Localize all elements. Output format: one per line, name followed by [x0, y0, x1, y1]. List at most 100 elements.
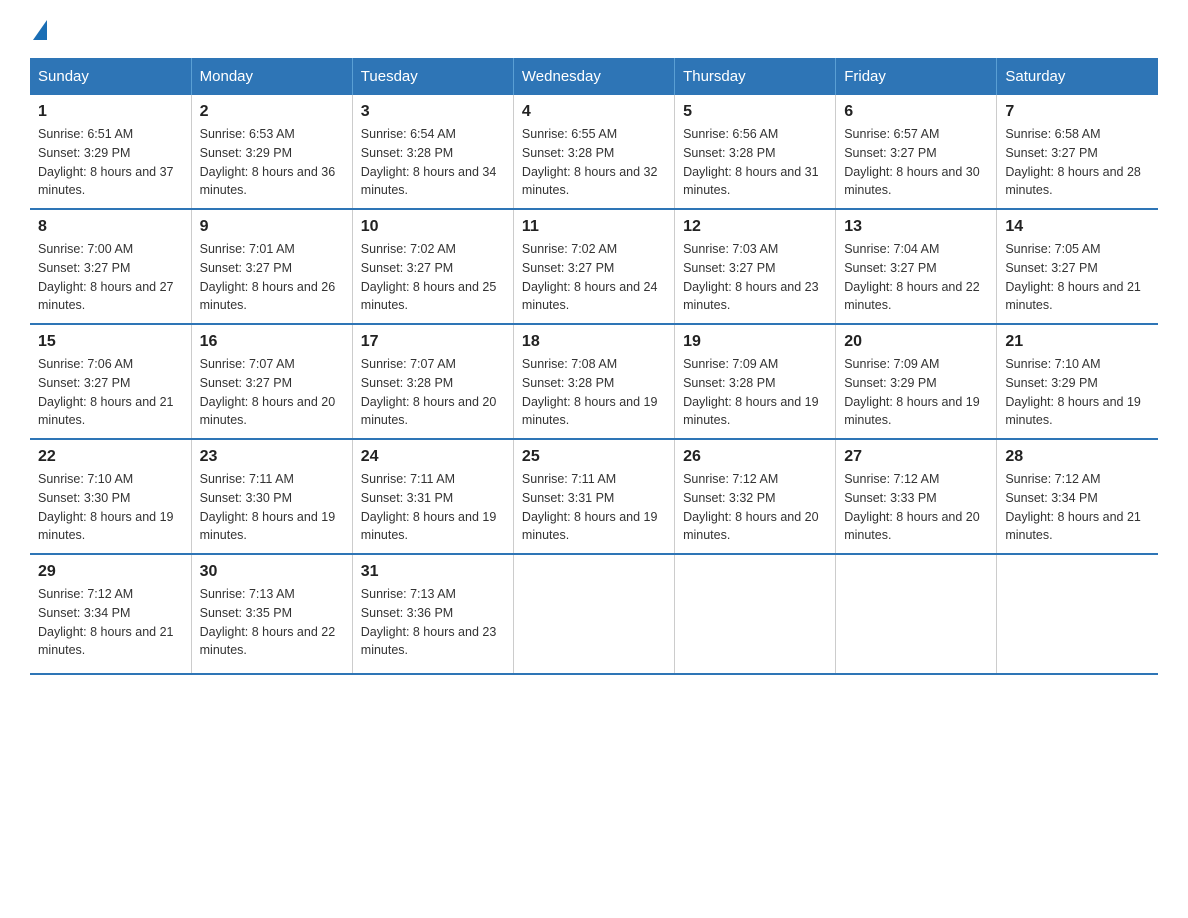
calendar-cell	[513, 554, 674, 674]
day-number: 15	[38, 333, 183, 351]
calendar-cell: 26 Sunrise: 7:12 AMSunset: 3:32 PMDaylig…	[675, 439, 836, 554]
day-header-thursday: Thursday	[675, 58, 836, 95]
calendar-cell: 1 Sunrise: 6:51 AMSunset: 3:29 PMDayligh…	[30, 95, 191, 209]
day-info: Sunrise: 6:57 AMSunset: 3:27 PMDaylight:…	[844, 127, 980, 197]
day-number: 9	[200, 218, 344, 236]
logo	[30, 20, 47, 38]
day-info: Sunrise: 7:07 AMSunset: 3:28 PMDaylight:…	[361, 357, 497, 427]
calendar-cell	[675, 554, 836, 674]
calendar-cell: 20 Sunrise: 7:09 AMSunset: 3:29 PMDaylig…	[836, 324, 997, 439]
day-info: Sunrise: 7:12 AMSunset: 3:33 PMDaylight:…	[844, 472, 980, 542]
calendar-cell: 25 Sunrise: 7:11 AMSunset: 3:31 PMDaylig…	[513, 439, 674, 554]
day-number: 26	[683, 448, 827, 466]
calendar-cell: 8 Sunrise: 7:00 AMSunset: 3:27 PMDayligh…	[30, 209, 191, 324]
day-info: Sunrise: 6:58 AMSunset: 3:27 PMDaylight:…	[1005, 127, 1141, 197]
calendar-header-row: SundayMondayTuesdayWednesdayThursdayFrid…	[30, 58, 1158, 95]
day-number: 27	[844, 448, 988, 466]
calendar-cell: 7 Sunrise: 6:58 AMSunset: 3:27 PMDayligh…	[997, 95, 1158, 209]
calendar-week-row: 1 Sunrise: 6:51 AMSunset: 3:29 PMDayligh…	[30, 95, 1158, 209]
calendar-cell: 12 Sunrise: 7:03 AMSunset: 3:27 PMDaylig…	[675, 209, 836, 324]
day-number: 10	[361, 218, 505, 236]
day-info: Sunrise: 7:12 AMSunset: 3:32 PMDaylight:…	[683, 472, 819, 542]
calendar-cell: 24 Sunrise: 7:11 AMSunset: 3:31 PMDaylig…	[352, 439, 513, 554]
day-number: 20	[844, 333, 988, 351]
day-number: 3	[361, 103, 505, 121]
calendar-cell: 10 Sunrise: 7:02 AMSunset: 3:27 PMDaylig…	[352, 209, 513, 324]
day-info: Sunrise: 7:13 AMSunset: 3:35 PMDaylight:…	[200, 587, 336, 657]
day-info: Sunrise: 7:10 AMSunset: 3:29 PMDaylight:…	[1005, 357, 1141, 427]
day-info: Sunrise: 7:10 AMSunset: 3:30 PMDaylight:…	[38, 472, 174, 542]
calendar-cell: 30 Sunrise: 7:13 AMSunset: 3:35 PMDaylig…	[191, 554, 352, 674]
day-number: 13	[844, 218, 988, 236]
day-info: Sunrise: 6:53 AMSunset: 3:29 PMDaylight:…	[200, 127, 336, 197]
day-number: 17	[361, 333, 505, 351]
calendar-cell: 16 Sunrise: 7:07 AMSunset: 3:27 PMDaylig…	[191, 324, 352, 439]
calendar-week-row: 22 Sunrise: 7:10 AMSunset: 3:30 PMDaylig…	[30, 439, 1158, 554]
day-number: 14	[1005, 218, 1150, 236]
day-info: Sunrise: 7:06 AMSunset: 3:27 PMDaylight:…	[38, 357, 174, 427]
calendar-table: SundayMondayTuesdayWednesdayThursdayFrid…	[30, 58, 1158, 675]
day-info: Sunrise: 7:00 AMSunset: 3:27 PMDaylight:…	[38, 242, 174, 312]
calendar-cell: 3 Sunrise: 6:54 AMSunset: 3:28 PMDayligh…	[352, 95, 513, 209]
calendar-week-row: 29 Sunrise: 7:12 AMSunset: 3:34 PMDaylig…	[30, 554, 1158, 674]
day-number: 28	[1005, 448, 1150, 466]
day-number: 4	[522, 103, 666, 121]
calendar-cell: 14 Sunrise: 7:05 AMSunset: 3:27 PMDaylig…	[997, 209, 1158, 324]
calendar-week-row: 8 Sunrise: 7:00 AMSunset: 3:27 PMDayligh…	[30, 209, 1158, 324]
day-number: 25	[522, 448, 666, 466]
day-number: 6	[844, 103, 988, 121]
day-info: Sunrise: 7:02 AMSunset: 3:27 PMDaylight:…	[522, 242, 658, 312]
day-number: 19	[683, 333, 827, 351]
day-info: Sunrise: 7:03 AMSunset: 3:27 PMDaylight:…	[683, 242, 819, 312]
calendar-cell: 15 Sunrise: 7:06 AMSunset: 3:27 PMDaylig…	[30, 324, 191, 439]
calendar-cell: 4 Sunrise: 6:55 AMSunset: 3:28 PMDayligh…	[513, 95, 674, 209]
calendar-cell: 27 Sunrise: 7:12 AMSunset: 3:33 PMDaylig…	[836, 439, 997, 554]
day-info: Sunrise: 7:01 AMSunset: 3:27 PMDaylight:…	[200, 242, 336, 312]
day-header-saturday: Saturday	[997, 58, 1158, 95]
calendar-cell: 29 Sunrise: 7:12 AMSunset: 3:34 PMDaylig…	[30, 554, 191, 674]
day-number: 30	[200, 563, 344, 581]
day-number: 29	[38, 563, 183, 581]
page-header	[30, 20, 1158, 38]
day-info: Sunrise: 7:09 AMSunset: 3:29 PMDaylight:…	[844, 357, 980, 427]
logo-arrow-icon	[33, 20, 47, 40]
calendar-cell: 22 Sunrise: 7:10 AMSunset: 3:30 PMDaylig…	[30, 439, 191, 554]
day-number: 31	[361, 563, 505, 581]
calendar-cell: 6 Sunrise: 6:57 AMSunset: 3:27 PMDayligh…	[836, 95, 997, 209]
calendar-cell: 18 Sunrise: 7:08 AMSunset: 3:28 PMDaylig…	[513, 324, 674, 439]
day-number: 21	[1005, 333, 1150, 351]
day-info: Sunrise: 7:12 AMSunset: 3:34 PMDaylight:…	[1005, 472, 1141, 542]
day-info: Sunrise: 7:12 AMSunset: 3:34 PMDaylight:…	[38, 587, 174, 657]
calendar-cell: 13 Sunrise: 7:04 AMSunset: 3:27 PMDaylig…	[836, 209, 997, 324]
day-number: 1	[38, 103, 183, 121]
calendar-cell: 5 Sunrise: 6:56 AMSunset: 3:28 PMDayligh…	[675, 95, 836, 209]
calendar-cell: 23 Sunrise: 7:11 AMSunset: 3:30 PMDaylig…	[191, 439, 352, 554]
day-info: Sunrise: 7:07 AMSunset: 3:27 PMDaylight:…	[200, 357, 336, 427]
day-number: 24	[361, 448, 505, 466]
day-info: Sunrise: 6:54 AMSunset: 3:28 PMDaylight:…	[361, 127, 497, 197]
day-number: 22	[38, 448, 183, 466]
calendar-cell: 17 Sunrise: 7:07 AMSunset: 3:28 PMDaylig…	[352, 324, 513, 439]
day-info: Sunrise: 7:11 AMSunset: 3:31 PMDaylight:…	[361, 472, 497, 542]
day-info: Sunrise: 7:11 AMSunset: 3:31 PMDaylight:…	[522, 472, 658, 542]
day-number: 8	[38, 218, 183, 236]
day-number: 2	[200, 103, 344, 121]
day-info: Sunrise: 7:11 AMSunset: 3:30 PMDaylight:…	[200, 472, 336, 542]
day-header-sunday: Sunday	[30, 58, 191, 95]
day-info: Sunrise: 6:51 AMSunset: 3:29 PMDaylight:…	[38, 127, 174, 197]
calendar-cell	[836, 554, 997, 674]
calendar-cell: 2 Sunrise: 6:53 AMSunset: 3:29 PMDayligh…	[191, 95, 352, 209]
day-number: 16	[200, 333, 344, 351]
day-info: Sunrise: 7:08 AMSunset: 3:28 PMDaylight:…	[522, 357, 658, 427]
day-info: Sunrise: 6:55 AMSunset: 3:28 PMDaylight:…	[522, 127, 658, 197]
day-number: 12	[683, 218, 827, 236]
day-header-tuesday: Tuesday	[352, 58, 513, 95]
day-number: 5	[683, 103, 827, 121]
calendar-week-row: 15 Sunrise: 7:06 AMSunset: 3:27 PMDaylig…	[30, 324, 1158, 439]
day-info: Sunrise: 6:56 AMSunset: 3:28 PMDaylight:…	[683, 127, 819, 197]
calendar-cell: 11 Sunrise: 7:02 AMSunset: 3:27 PMDaylig…	[513, 209, 674, 324]
calendar-cell: 21 Sunrise: 7:10 AMSunset: 3:29 PMDaylig…	[997, 324, 1158, 439]
calendar-cell	[997, 554, 1158, 674]
day-number: 7	[1005, 103, 1150, 121]
day-info: Sunrise: 7:02 AMSunset: 3:27 PMDaylight:…	[361, 242, 497, 312]
